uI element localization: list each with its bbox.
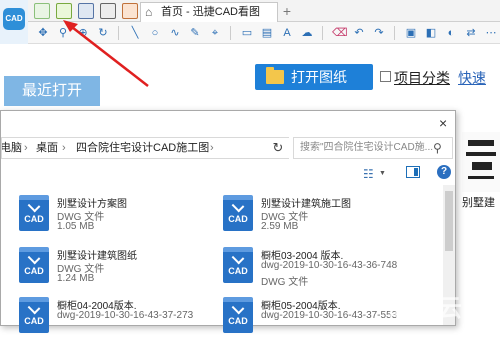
watermark: 亿速云 bbox=[386, 295, 464, 322]
arrow-shaft bbox=[67, 23, 149, 87]
annotation-arrow bbox=[63, 20, 149, 87]
